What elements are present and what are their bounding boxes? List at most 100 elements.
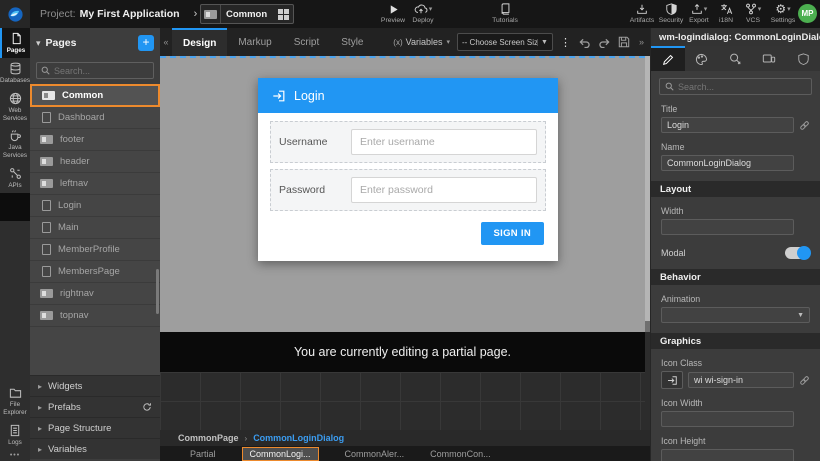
sidebar-item-java-services[interactable]: Java Services — [0, 125, 30, 163]
topbar: Project: My First Application › Common P… — [0, 0, 820, 28]
sidebar-item-apis[interactable]: APIs — [0, 163, 30, 193]
rail-label: File Explorer — [0, 401, 30, 417]
section-layout: Layout — [651, 181, 820, 197]
partial-canvas-area[interactable]: Login Username Password SIGN IN — [160, 56, 645, 332]
sidebar-item-file-explorer[interactable]: File Explorer — [0, 383, 30, 420]
section-page-structure[interactable]: ▸Page Structure — [30, 417, 160, 438]
section-label: Widgets — [48, 381, 152, 392]
tab-common-alert-dialog[interactable]: CommonAler... — [345, 449, 405, 459]
sidebar-item-web-services[interactable]: Web Services — [0, 88, 30, 126]
sidebar-item-databases[interactable]: Databases — [0, 58, 30, 88]
animation-select[interactable]: ▼ — [661, 307, 810, 323]
breadcrumb-parent[interactable]: CommonPage — [178, 433, 239, 443]
pages-search-input[interactable] — [54, 66, 149, 76]
password-input[interactable] — [351, 177, 537, 203]
tab-design[interactable]: Design — [172, 28, 227, 56]
bind-link-icon[interactable] — [799, 375, 810, 386]
tab-security[interactable] — [786, 46, 820, 71]
tab-common-login-dialog[interactable]: CommonLogi... — [242, 447, 319, 461]
settings-button[interactable]: ⚙▾ Settings — [766, 2, 800, 24]
tab-properties[interactable] — [651, 46, 685, 71]
page-list-item[interactable]: MemberProfile — [30, 239, 160, 261]
breadcrumb-current[interactable]: CommonLoginDialog — [253, 433, 344, 443]
tab-styles[interactable] — [685, 46, 719, 71]
page-list-item[interactable]: Common — [30, 84, 160, 107]
page-list-item[interactable]: MembersPage — [30, 261, 160, 283]
icon-width-field[interactable] — [661, 411, 794, 427]
rail-label: APIs — [8, 182, 21, 190]
page-item-label: Main — [58, 222, 79, 233]
section-prefabs[interactable]: ▸Prefabs — [30, 396, 160, 417]
page-list-item[interactable]: header — [30, 151, 160, 173]
collapse-right-panel-icon[interactable]: » — [637, 37, 646, 47]
icon-class-field[interactable] — [688, 372, 794, 388]
login-dialog-widget[interactable]: Login Username Password SIGN IN — [258, 78, 558, 261]
page-list-item[interactable]: leftnav — [30, 173, 160, 195]
pages-icon — [10, 32, 23, 45]
partial-icon — [201, 5, 221, 23]
page-list-item[interactable]: rightnav — [30, 283, 160, 305]
user-avatar[interactable]: MP — [798, 4, 817, 23]
bind-link-icon[interactable] — [799, 120, 810, 131]
icon-height-field[interactable] — [661, 449, 794, 461]
properties-search[interactable] — [659, 78, 812, 95]
rail-label: Web Services — [0, 107, 30, 123]
page-list-item[interactable]: topnav — [30, 305, 160, 327]
logs-icon — [9, 424, 21, 437]
variables-icon: (x) — [393, 38, 402, 47]
form-field-username[interactable]: Username — [270, 121, 546, 163]
screen-size-select[interactable]: -- Choose Screen Size -- ▼ — [457, 33, 553, 51]
preview-button[interactable]: Preview — [376, 2, 410, 24]
pages-search[interactable] — [36, 62, 154, 79]
add-page-button[interactable]: + — [138, 35, 154, 51]
grid-view-icon[interactable] — [278, 9, 289, 20]
tab-style[interactable]: Style — [330, 28, 374, 56]
modal-toggle[interactable] — [785, 247, 810, 259]
tab-script[interactable]: Script — [283, 28, 331, 56]
page-icon — [42, 244, 51, 255]
tutorials-button[interactable]: Tutorials — [488, 2, 522, 24]
device-icon — [762, 53, 776, 64]
page-list-item[interactable]: Login — [30, 195, 160, 217]
sidebar-item-pages[interactable]: Pages — [0, 28, 30, 58]
page-list-item[interactable]: footer — [30, 129, 160, 151]
name-field[interactable] — [661, 155, 794, 171]
page-item-label: MemberProfile — [58, 244, 120, 255]
sidebar-item-logs[interactable]: Logs — [0, 420, 30, 450]
pages-list-scrollbar[interactable] — [156, 269, 159, 314]
page-list-item[interactable]: Dashboard — [30, 107, 160, 129]
play-icon — [388, 2, 399, 16]
preview-label: Preview — [381, 17, 405, 24]
section-variables[interactable]: ▸Variables — [30, 438, 160, 459]
tab-markup[interactable]: Markup — [227, 28, 282, 56]
project-breadcrumb: Project: My First Application › — [40, 0, 197, 28]
refresh-icon[interactable] — [142, 402, 152, 412]
deploy-label: Deploy — [412, 17, 433, 24]
vcs-button[interactable]: ▾ VCS — [736, 2, 770, 24]
tab-partial[interactable]: Partial — [190, 449, 216, 459]
database-icon — [9, 62, 22, 75]
sign-in-button[interactable]: SIGN IN — [481, 222, 544, 245]
caret-down-icon[interactable]: ▾ — [36, 38, 41, 49]
tab-events[interactable] — [719, 46, 753, 71]
tab-devices[interactable] — [752, 46, 786, 71]
tab-common-confirm-dialog[interactable]: CommonCon... — [430, 449, 491, 459]
save-icon[interactable] — [618, 36, 630, 48]
deploy-button[interactable]: ▾ Deploy — [406, 2, 440, 24]
redo-icon[interactable] — [598, 37, 611, 48]
form-field-password[interactable]: Password — [270, 169, 546, 211]
app-logo[interactable] — [0, 0, 30, 28]
title-field[interactable] — [661, 117, 794, 133]
page-list-item[interactable]: Main — [30, 217, 160, 239]
username-input[interactable] — [351, 129, 537, 155]
page-selector-dropdown[interactable]: Common — [200, 4, 294, 24]
collapse-left-panel-icon[interactable]: « — [160, 37, 172, 47]
variables-button[interactable]: (x) Variables ▾ — [393, 37, 450, 47]
width-field[interactable] — [661, 219, 794, 235]
properties-search-input[interactable] — [678, 82, 806, 92]
more-options-icon[interactable]: ⋮ — [560, 36, 571, 49]
undo-icon[interactable] — [578, 37, 591, 48]
rail-overflow-menu[interactable]: ••• — [0, 452, 30, 459]
section-widgets[interactable]: ▸Widgets — [30, 375, 160, 396]
security-label: Security — [659, 17, 684, 24]
